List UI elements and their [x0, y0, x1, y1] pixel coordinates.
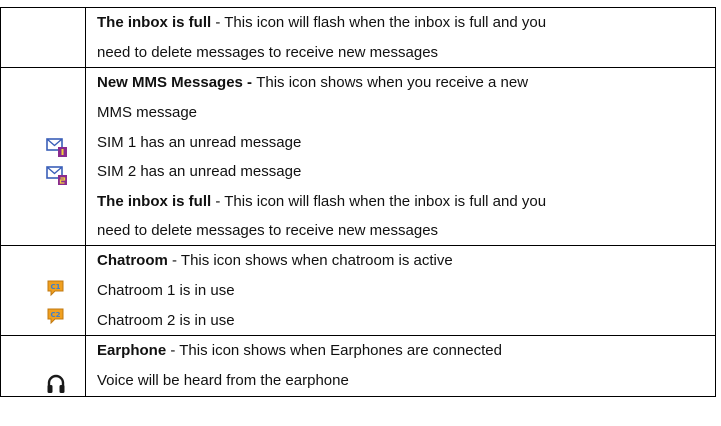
- description-heading: The inbox is full: [97, 14, 212, 31]
- description-cell: New MMS Messages - This icon shows when …: [86, 68, 715, 245]
- description-line: Earphone - This icon shows when Earphone…: [97, 336, 715, 366]
- description-line: Voice will be heard from the earphone: [97, 366, 715, 395]
- description-line: Chatroom 2 is in use: [97, 306, 715, 335]
- table-row-chatroom: C1 C2 Chatroom - This icon shows when ch…: [0, 246, 716, 337]
- description-line: need to delete messages to receive new m…: [97, 216, 715, 245]
- table-row-inbox-full: The inbox is full - This icon will flash…: [0, 8, 716, 69]
- description-line: SIM 2 has an unread message: [97, 157, 715, 186]
- earphone-icon: [47, 374, 65, 394]
- description-line: New MMS Messages - This icon shows when …: [97, 68, 715, 98]
- description-line: The inbox is full - This icon will flash…: [97, 187, 715, 216]
- mms-sim1-icon: [46, 138, 67, 158]
- table-row-earphone: Earphone - This icon shows when Earphone…: [0, 336, 716, 397]
- description-text: - This icon will flash when the inbox is…: [211, 14, 547, 31]
- description-text: - This icon will flash when the inbox is…: [211, 192, 547, 210]
- description-text: SIM 1 has an unread message: [97, 133, 302, 151]
- description-line: SIM 1 has an unread message: [97, 128, 715, 157]
- description-cell: Chatroom - This icon shows when chatroom…: [86, 246, 715, 335]
- description-text: need to delete messages to receive new m…: [97, 221, 439, 239]
- icon-cell: [1, 8, 86, 68]
- description-text: MMS message: [97, 104, 198, 122]
- description-text: SIM 2 has an unread message: [97, 163, 302, 181]
- description-line: The inbox is full - This icon will flash…: [97, 8, 715, 38]
- description-line: Chatroom - This icon shows when chatroom…: [97, 246, 715, 276]
- description-text: - This icon shows when chatroom is activ…: [167, 252, 453, 270]
- mms-sim2-icon: [46, 166, 67, 186]
- icon-cell: [1, 68, 86, 246]
- description-heading: The inbox is full: [97, 192, 212, 210]
- svg-text:C1: C1: [50, 283, 60, 291]
- table-row-new-mms: New MMS Messages - This icon shows when …: [0, 68, 716, 247]
- icon-cell: C1 C2: [1, 246, 86, 336]
- chatroom-1-icon: C1: [47, 280, 64, 297]
- description-cell: Earphone - This icon shows when Earphone…: [86, 336, 715, 395]
- description-text: This icon shows when you receive a new: [256, 74, 529, 92]
- description-line: Chatroom 1 is in use: [97, 276, 715, 305]
- status-icon-table: The inbox is full - This icon will flash…: [0, 7, 716, 397]
- description-text: - This icon shows when Earphones are con…: [166, 342, 502, 360]
- description-text: need to delete messages to receive new m…: [97, 44, 439, 61]
- description-line: MMS message: [97, 98, 715, 127]
- description-heading: Chatroom: [97, 252, 168, 270]
- description-line: need to delete messages to receive new m…: [97, 38, 715, 67]
- icon-cell: [1, 336, 86, 396]
- chatroom-2-icon: C2: [47, 308, 64, 325]
- description-text: Chatroom 2 is in use: [97, 311, 235, 329]
- description-text: Chatroom 1 is in use: [97, 282, 235, 300]
- description-heading: New MMS Messages -: [97, 74, 257, 92]
- description-text: Voice will be heard from the earphone: [97, 372, 349, 390]
- svg-text:C2: C2: [50, 311, 60, 319]
- description-cell: The inbox is full - This icon will flash…: [86, 8, 715, 67]
- description-heading: Earphone: [97, 342, 167, 360]
